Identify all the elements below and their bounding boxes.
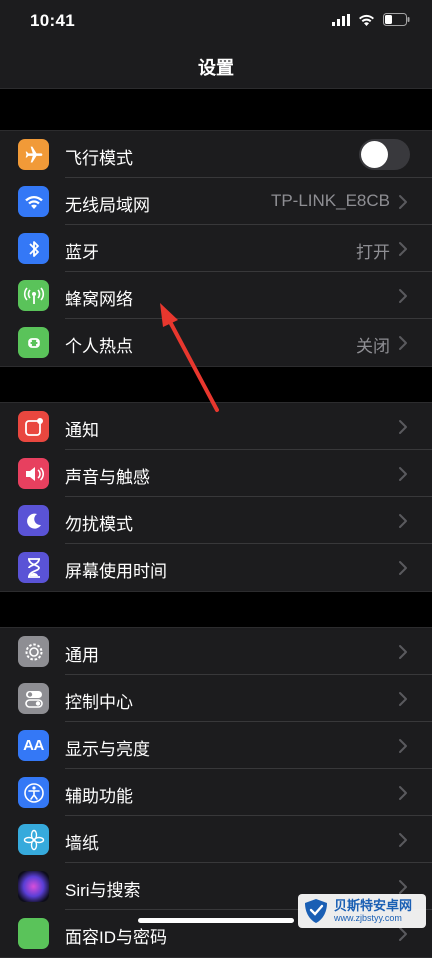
settings-row-label: 面容ID与密码: [65, 928, 167, 947]
settings-row-wallpaper[interactable]: 墙纸: [0, 816, 432, 863]
settings-row-cellular[interactable]: 蜂窝网络: [0, 272, 432, 319]
settings-row-label: 蓝牙: [65, 243, 99, 262]
status-icons: [332, 13, 410, 26]
settings-row-control-center[interactable]: 控制中心: [0, 675, 432, 722]
settings-row-label: 个人热点: [65, 337, 133, 356]
notifications-icon: [18, 411, 49, 442]
settings-row-accessibility[interactable]: 辅助功能: [0, 769, 432, 816]
settings-row-value: 关闭: [356, 337, 390, 356]
page-title: 设置: [198, 58, 234, 78]
airplane-icon: [18, 139, 49, 170]
settings-row-label: 飞行模式: [65, 149, 133, 168]
wallpaper-icon: [18, 824, 49, 855]
settings-row-label: 蜂窝网络: [65, 290, 133, 309]
status-bar: 10:41: [0, 0, 432, 44]
watermark-title: 贝斯特安卓网: [334, 898, 413, 913]
airplane-mode-toggle[interactable]: [359, 139, 410, 170]
chevron-right-icon: [399, 195, 407, 209]
settings-row-label: 通知: [65, 421, 99, 440]
settings-row-label: 显示与亮度: [65, 740, 150, 759]
settings-row-do-not-disturb[interactable]: 勿扰模式: [0, 497, 432, 544]
cellular-icon: [18, 280, 49, 311]
settings-row-label: 声音与触感: [65, 468, 150, 487]
settings-row-value: TP-LINK_E8CB: [270, 191, 390, 210]
home-indicator[interactable]: [138, 918, 294, 923]
chevron-right-icon: [399, 467, 407, 481]
settings-row-wifi[interactable]: 无线局域网 TP-LINK_E8CB: [0, 178, 432, 225]
status-time: 10:41: [30, 11, 75, 30]
settings-row-sounds[interactable]: 声音与触感: [0, 450, 432, 497]
settings-row-value: 打开: [356, 243, 390, 262]
settings-row-label: 无线局域网: [65, 196, 150, 215]
sound-icon: [18, 458, 49, 489]
settings-row-label: 屏幕使用时间: [65, 562, 167, 581]
wifi-status-icon: [359, 14, 374, 26]
hourglass-icon: [18, 552, 49, 583]
moon-icon: [18, 505, 49, 536]
settings-row-airplane-mode: 飞行模式: [0, 131, 432, 178]
settings-row-label: Siri与搜索: [65, 881, 141, 900]
chevron-right-icon: [399, 645, 407, 659]
settings-row-label: 辅助功能: [65, 787, 133, 806]
wifi-icon: [18, 186, 49, 217]
settings-row-label: 勿扰模式: [65, 515, 133, 534]
bluetooth-icon: [18, 233, 49, 264]
gear-icon: [18, 636, 49, 667]
chevron-right-icon: [399, 420, 407, 434]
settings-row-hotspot[interactable]: 个人热点 关闭: [0, 319, 432, 366]
chevron-right-icon: [399, 336, 407, 350]
watermark-url: www.zjbstyy.com: [334, 913, 402, 923]
settings-row-bluetooth[interactable]: 蓝牙 打开: [0, 225, 432, 272]
settings-row-notifications[interactable]: 通知: [0, 403, 432, 450]
chevron-right-icon: [399, 786, 407, 800]
settings-row-screen-time[interactable]: 屏幕使用时间: [0, 544, 432, 591]
chevron-right-icon: [399, 833, 407, 847]
settings-row-label: 墙纸: [65, 834, 99, 853]
chevron-right-icon: [399, 514, 407, 528]
chevron-right-icon: [399, 739, 407, 753]
signal-icon: [332, 13, 350, 26]
siri-icon: [18, 871, 49, 902]
settings-row-label: 控制中心: [65, 693, 133, 712]
settings-row-label: 通用: [65, 646, 99, 665]
settings-row-general[interactable]: 通用: [0, 628, 432, 675]
watermark-logo-icon: [305, 899, 327, 923]
accessibility-icon: [18, 777, 49, 808]
battery-icon: [383, 13, 410, 26]
faceid-icon: [18, 918, 49, 949]
hotspot-icon: [18, 327, 49, 358]
control-center-icon: [18, 683, 49, 714]
chevron-right-icon: [399, 242, 407, 256]
settings-group-connectivity: 飞行模式 无线局域网 TP-LINK_E8CB 蓝牙 打开 蜂窝网络 个人热点 …: [0, 130, 432, 367]
toggle-knob: [361, 141, 388, 168]
display-icon: AA: [18, 730, 49, 761]
navigation-bar: 设置: [0, 44, 432, 89]
settings-row-display[interactable]: AA 显示与亮度: [0, 722, 432, 769]
chevron-right-icon: [399, 289, 407, 303]
watermark: 贝斯特安卓网 www.zjbstyy.com: [298, 894, 426, 928]
chevron-right-icon: [399, 692, 407, 706]
settings-group-notifications: 通知 声音与触感 勿扰模式 屏幕使用时间: [0, 402, 432, 592]
chevron-right-icon: [399, 561, 407, 575]
